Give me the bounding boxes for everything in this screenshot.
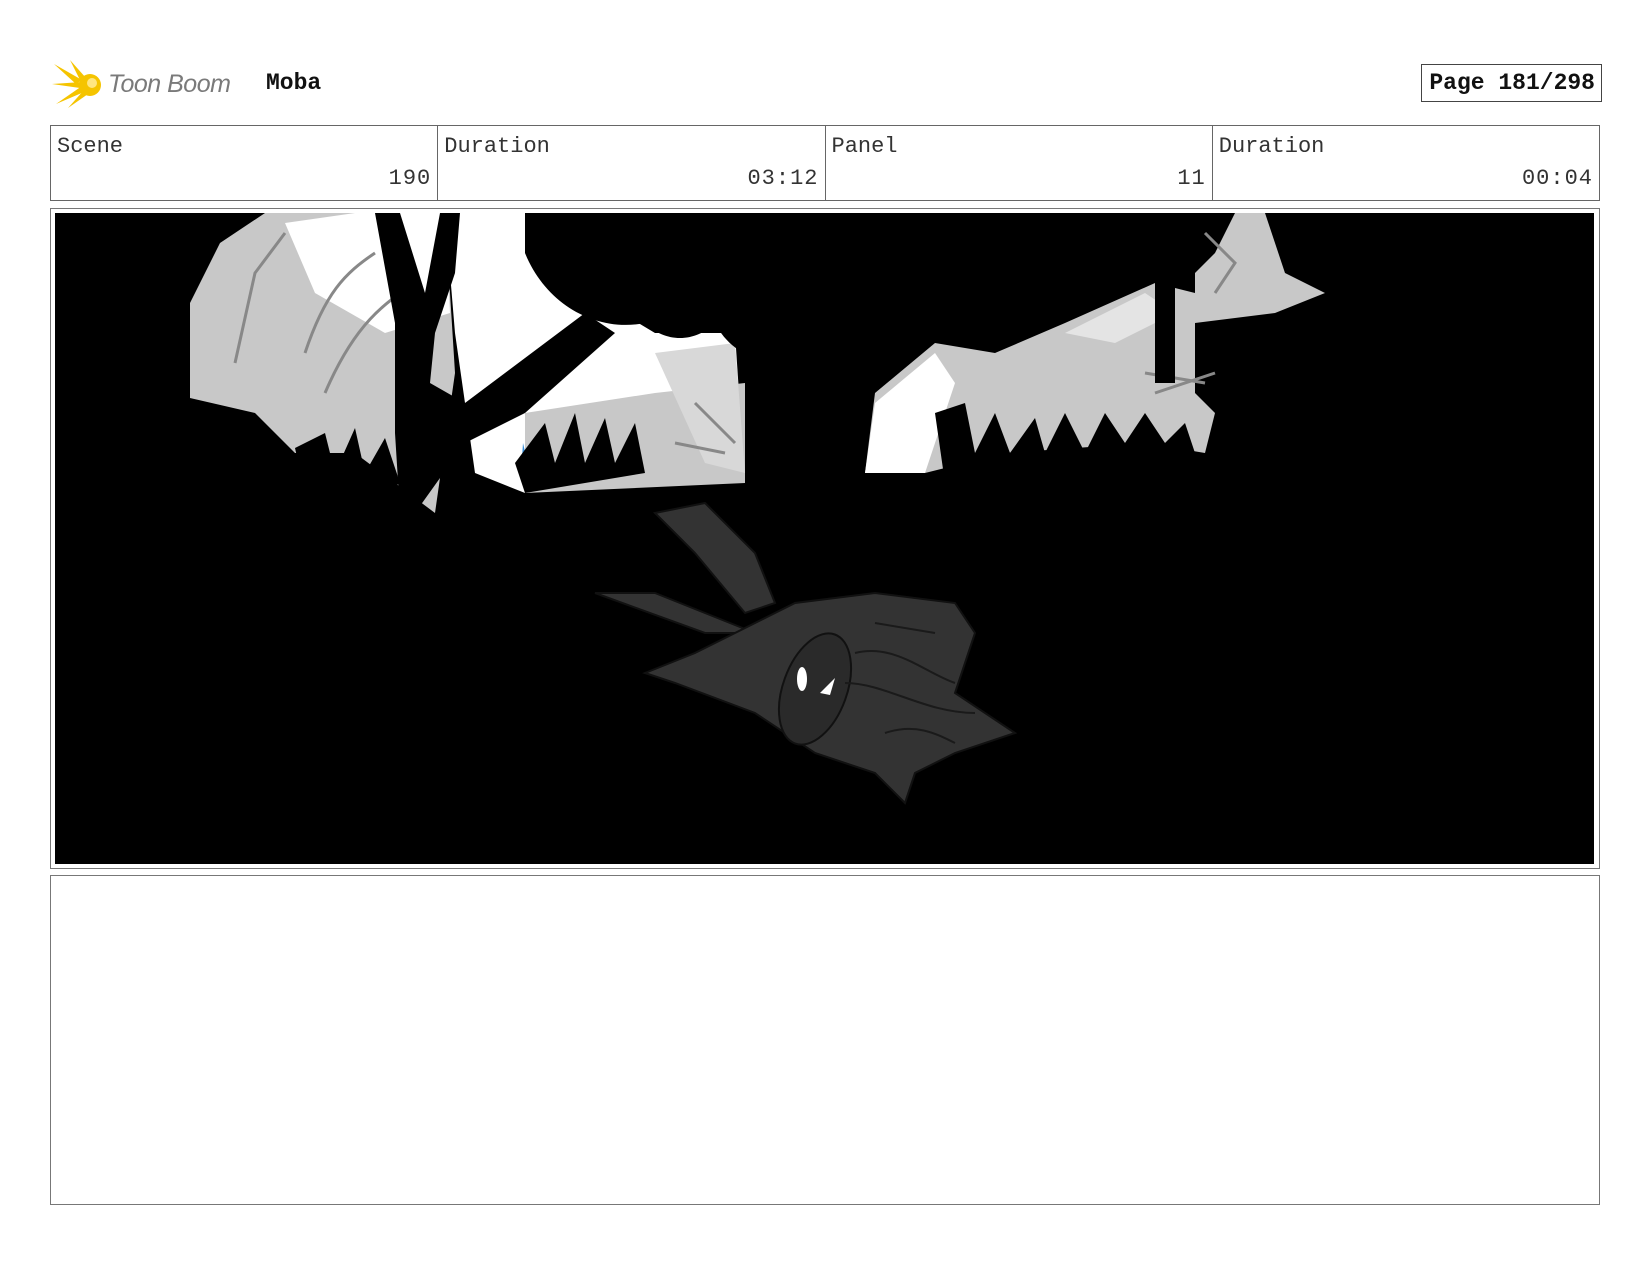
page-header: Toon Boom Moba Page 181/298 bbox=[52, 56, 1602, 110]
panel-duration-cell: Duration 00:04 bbox=[1213, 126, 1599, 200]
panel-label: Panel bbox=[831, 134, 898, 159]
logo-text: Toon Boom bbox=[108, 70, 231, 98]
scene-cell: Scene 190 bbox=[51, 126, 439, 200]
panel-drawing bbox=[55, 213, 1594, 864]
panel-duration-value: 00:04 bbox=[1521, 166, 1593, 191]
panel-duration-label: Duration bbox=[1218, 134, 1325, 159]
starburst-icon bbox=[52, 60, 101, 108]
scene-info-table: Scene 190 Duration 03:12 Panel 11 Durati… bbox=[50, 125, 1600, 201]
panel-image bbox=[55, 213, 1594, 864]
scene-duration-cell: Duration 03:12 bbox=[438, 126, 826, 200]
toon-boom-logo: Toon Boom bbox=[52, 58, 252, 110]
panel-notes bbox=[50, 875, 1600, 1205]
scene-duration-label: Duration bbox=[444, 134, 550, 159]
page-number: Page 181/298 bbox=[1421, 64, 1602, 102]
storyboard-panel bbox=[50, 208, 1600, 869]
panel-cell: Panel 11 bbox=[826, 126, 1213, 200]
panel-value: 11 bbox=[1177, 166, 1206, 191]
scene-label: Scene bbox=[57, 134, 124, 159]
scene-duration-value: 03:12 bbox=[747, 166, 819, 191]
project-title: Moba bbox=[266, 70, 322, 96]
scene-value: 190 bbox=[388, 166, 432, 191]
